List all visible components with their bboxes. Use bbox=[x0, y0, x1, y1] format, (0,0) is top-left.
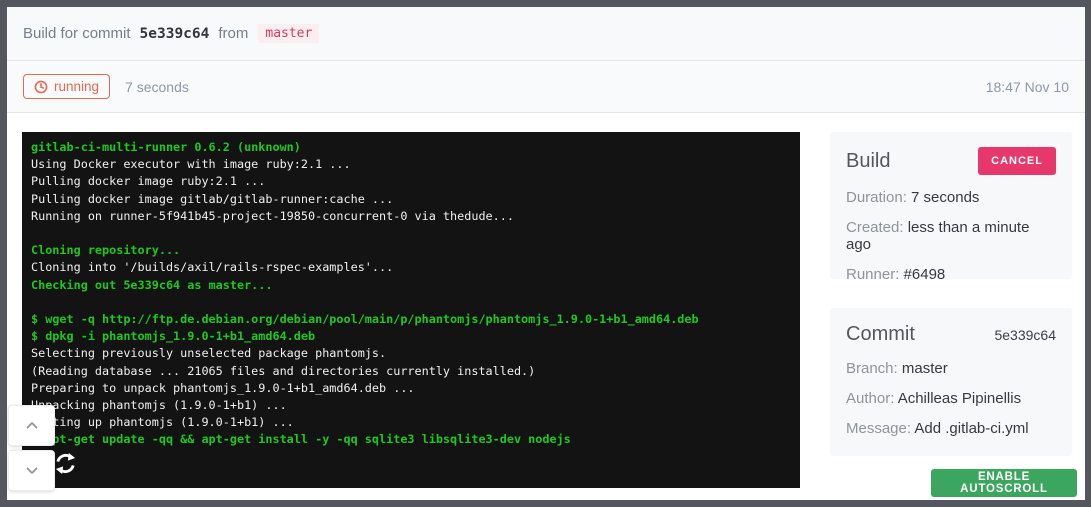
status-badge: running bbox=[23, 74, 110, 99]
terminal-line: Running on runner-5f941b45-project-19850… bbox=[31, 208, 792, 225]
terminal-line: $ dpkg -i phantomjs_1.9.0-1+b1_amd64.deb bbox=[31, 328, 792, 345]
terminal-line bbox=[31, 225, 792, 242]
build-page: Build for commit 5e339c64 from master ru… bbox=[7, 7, 1085, 500]
build-header: Build for commit 5e339c64 from master bbox=[7, 7, 1085, 61]
scroll-up-button[interactable] bbox=[8, 405, 55, 446]
chevron-down-icon bbox=[25, 466, 39, 475]
info-label: Created: bbox=[846, 219, 908, 236]
terminal-line: (Reading database ... 21065 files and di… bbox=[31, 363, 792, 380]
commit-panel-rows: Branch: masterAuthor: Achilleas Pipinell… bbox=[846, 360, 1056, 437]
build-panel: Build CANCEL Duration: 7 secondsCreated:… bbox=[830, 132, 1072, 279]
info-value: Achilleas Pipinellis bbox=[898, 390, 1021, 407]
build-duration-text: 7 seconds bbox=[125, 79, 189, 95]
commit-panel-title: Commit bbox=[846, 323, 915, 346]
terminal-line: Checking out 5e339c64 as master... bbox=[31, 277, 792, 294]
info-label: Branch: bbox=[846, 360, 902, 377]
info-row: Runner: #6498 bbox=[846, 266, 1056, 283]
refresh-spinner-icon bbox=[54, 452, 77, 475]
terminal-lines: gitlab-ci-multi-runner 0.6.2 (unknown)Us… bbox=[31, 139, 792, 449]
terminal-line: Unpacking phantomjs (1.9.0-1+b1) ... bbox=[31, 397, 792, 414]
info-row: Message: Add .gitlab-ci.yml bbox=[846, 420, 1056, 437]
info-row: Author: Achilleas Pipinellis bbox=[846, 390, 1056, 407]
terminal-line: Using Docker executor with image ruby:2.… bbox=[31, 156, 792, 173]
chevron-up-icon bbox=[25, 421, 39, 430]
info-value: 7 seconds bbox=[911, 189, 979, 206]
scroll-down-button[interactable] bbox=[8, 450, 55, 491]
terminal-line: $ wget -q http://ftp.de.debian.org/debia… bbox=[31, 311, 792, 328]
terminal-line: Cloning repository... bbox=[31, 242, 792, 259]
build-panel-title: Build bbox=[846, 150, 890, 173]
info-label: Runner: bbox=[846, 266, 904, 283]
info-row: Duration: 7 seconds bbox=[846, 189, 1056, 206]
info-value: #6498 bbox=[904, 266, 946, 283]
terminal-output: gitlab-ci-multi-runner 0.6.2 (unknown)Us… bbox=[22, 132, 800, 488]
build-title-prefix: Build for commit bbox=[23, 25, 131, 42]
content-area: gitlab-ci-multi-runner 0.6.2 (unknown)Us… bbox=[7, 113, 1085, 500]
cancel-button[interactable]: CANCEL bbox=[978, 147, 1056, 175]
info-value: Add .gitlab-ci.yml bbox=[914, 420, 1028, 437]
terminal-line: Pulling docker image ruby:2.1 ... bbox=[31, 173, 792, 190]
terminal-line: Pulling docker image gitlab/gitlab-runne… bbox=[31, 191, 792, 208]
commit-sha-link[interactable]: 5e339c64 bbox=[140, 26, 210, 42]
from-label: from bbox=[218, 25, 248, 42]
status-label: running bbox=[54, 79, 99, 94]
info-value[interactable]: master bbox=[902, 360, 948, 377]
terminal-line: gitlab-ci-multi-runner 0.6.2 (unknown) bbox=[31, 139, 792, 156]
terminal-line: $ apt-get update -qq && apt-get install … bbox=[31, 431, 792, 448]
terminal-line: Preparing to unpack phantomjs_1.9.0-1+b1… bbox=[31, 380, 792, 397]
clock-icon bbox=[34, 80, 48, 94]
info-row: Created: less than a minute ago bbox=[846, 219, 1056, 253]
info-label: Message: bbox=[846, 420, 914, 437]
info-row: Branch: master bbox=[846, 360, 1056, 377]
build-timestamp: 18:47 Nov 10 bbox=[986, 79, 1069, 95]
terminal-line bbox=[31, 294, 792, 311]
terminal-line: Setting up phantomjs (1.9.0-1+b1) ... bbox=[31, 414, 792, 431]
commit-panel: Commit 5e339c64 Branch: masterAuthor: Ac… bbox=[830, 308, 1072, 456]
info-label: Duration: bbox=[846, 189, 911, 206]
terminal-line: Cloning into '/builds/axil/rails-rspec-e… bbox=[31, 259, 792, 276]
info-label: Author: bbox=[846, 390, 898, 407]
commit-panel-sha-link[interactable]: 5e339c64 bbox=[994, 327, 1056, 343]
status-bar: running 7 seconds 18:47 Nov 10 bbox=[7, 61, 1085, 113]
build-panel-rows: Duration: 7 seconds Created: less than a … bbox=[846, 189, 1056, 283]
terminal-line: Selecting previously unselected package … bbox=[31, 345, 792, 362]
enable-autoscroll-button[interactable]: ENABLE AUTOSCROLL bbox=[931, 469, 1077, 497]
branch-ref-link[interactable]: master bbox=[258, 24, 319, 43]
